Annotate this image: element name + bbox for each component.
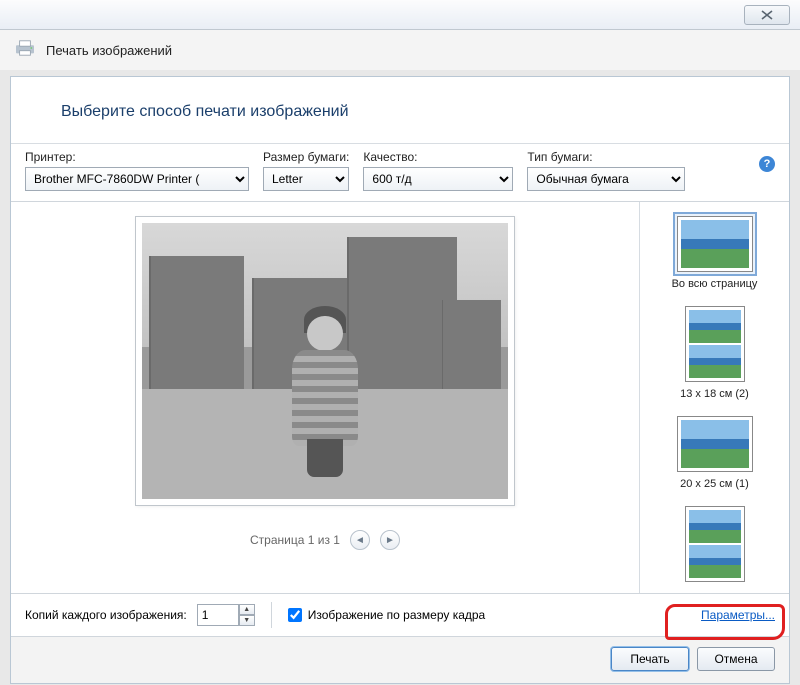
titlebar: [0, 0, 800, 30]
layout-label: 20 x 25 см (1): [642, 478, 787, 490]
paper-type-select[interactable]: Обычная бумага: [527, 167, 685, 191]
quality-select[interactable]: 600 т/д: [363, 167, 513, 191]
window-close-button[interactable]: [744, 5, 790, 25]
fit-frame-checkbox[interactable]: [288, 608, 302, 622]
settings-row: Принтер: Brother MFC-7860DW Printer ( Ра…: [11, 144, 789, 202]
layout-20x25[interactable]: 20 x 25 см (1): [642, 408, 787, 498]
cancel-button[interactable]: Отмена: [697, 647, 775, 671]
layout-list[interactable]: Во всю страницу 13 x 18 см (2) 20 x 25 с…: [639, 202, 789, 593]
preview-frame: [135, 216, 515, 506]
preview-pane: Страница 1 из 1 ◄ ►: [11, 202, 639, 593]
layout-13x18[interactable]: 13 x 18 см (2): [642, 298, 787, 408]
window-header: Печать изображений: [0, 30, 800, 70]
fit-frame-text: Изображение по размеру кадра: [308, 608, 485, 622]
options-link[interactable]: Параметры...: [701, 608, 775, 622]
copies-up-button[interactable]: ▲: [239, 604, 255, 615]
printer-select[interactable]: Brother MFC-7860DW Printer (: [25, 167, 249, 191]
paper-type-label: Тип бумаги:: [527, 150, 685, 164]
footer-row: Копий каждого изображения: ▲ ▼ Изображен…: [11, 594, 789, 636]
copies-down-button[interactable]: ▼: [239, 615, 255, 626]
help-icon[interactable]: ?: [759, 156, 775, 172]
preview-image: [142, 223, 508, 499]
paper-size-select[interactable]: Letter: [263, 167, 349, 191]
copies-spinner: ▲ ▼: [197, 604, 255, 626]
quality-label: Качество:: [363, 150, 513, 164]
copies-input[interactable]: [197, 604, 239, 626]
pager-text: Страница 1 из 1: [250, 533, 340, 547]
layout-more[interactable]: [642, 498, 787, 593]
layout-label: Во всю страницу: [642, 278, 787, 290]
copies-label: Копий каждого изображения:: [25, 608, 187, 622]
main-area: Страница 1 из 1 ◄ ► Во всю страницу 13 x…: [11, 202, 789, 594]
close-icon: [760, 10, 774, 20]
printer-label: Принтер:: [25, 150, 249, 164]
layout-label: 13 x 18 см (2): [642, 388, 787, 400]
prompt-heading: Выберите способ печати изображений: [11, 77, 789, 144]
fit-frame-checkbox-label[interactable]: Изображение по размеру кадра: [288, 608, 485, 622]
paper-size-label: Размер бумаги:: [263, 150, 349, 164]
button-bar: Печать Отмена: [11, 636, 789, 683]
print-button[interactable]: Печать: [611, 647, 689, 671]
printer-icon: [14, 39, 36, 62]
prev-page-button[interactable]: ◄: [350, 530, 370, 550]
next-page-button[interactable]: ►: [380, 530, 400, 550]
window-title: Печать изображений: [46, 43, 172, 58]
separator: [271, 602, 272, 628]
pager: Страница 1 из 1 ◄ ►: [250, 530, 400, 550]
print-dialog: Выберите способ печати изображений Принт…: [10, 76, 790, 684]
layout-full-page[interactable]: Во всю страницу: [642, 208, 787, 298]
